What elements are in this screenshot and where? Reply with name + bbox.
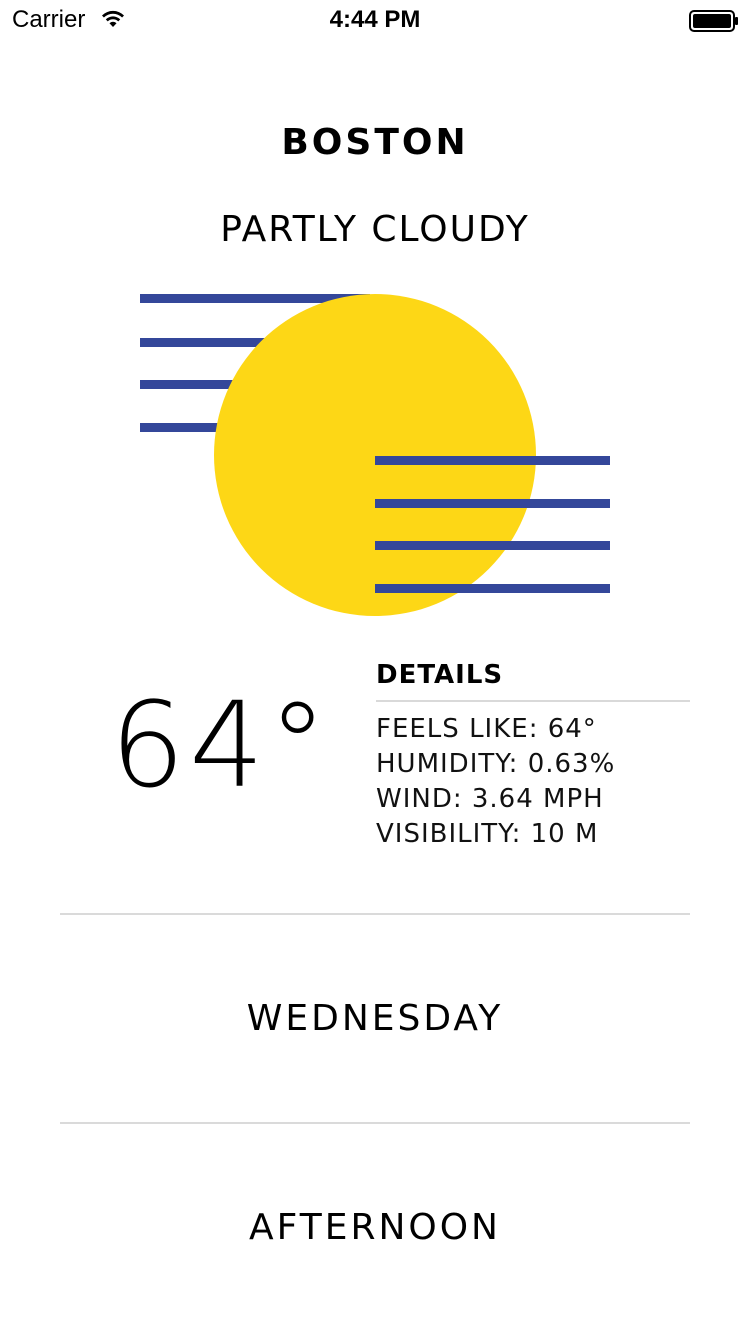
detail-humidity: HUMIDITY: 0.63% xyxy=(376,749,616,779)
time-of-day-label: AFTERNOON xyxy=(249,1207,501,1248)
details-list: FEELS LIKE: 64° HUMIDITY: 0.63% WIND: 3.… xyxy=(376,712,690,852)
status-time: 4:44 PM xyxy=(329,6,421,33)
sun-shape xyxy=(214,294,536,616)
detail-feels-like: FEELS LIKE: 64° xyxy=(376,714,597,744)
detail-visibility: VISIBILITY: 10 M xyxy=(376,819,599,849)
cloud-line xyxy=(375,584,610,593)
details-panel: DETAILS FEELS LIKE: 64° HUMIDITY: 0.63% … xyxy=(376,656,690,852)
divider xyxy=(60,913,690,915)
cloud-line xyxy=(375,541,610,550)
status-bar: Carrier 4:44 PM xyxy=(0,0,750,40)
battery-icon xyxy=(689,10,738,32)
detail-wind: WIND: 3.64 MPH xyxy=(376,784,604,814)
partly-cloudy-icon xyxy=(140,294,610,616)
city-name: BOSTON xyxy=(281,122,469,163)
details-heading: DETAILS xyxy=(376,656,690,702)
cloud-line xyxy=(375,499,610,508)
day-label: WEDNESDAY xyxy=(246,998,504,1039)
cloud-line xyxy=(375,456,610,465)
current-temperature: 64° xyxy=(110,676,332,814)
divider xyxy=(60,1122,690,1124)
weather-condition: PARTLY CLOUDY xyxy=(220,209,530,250)
